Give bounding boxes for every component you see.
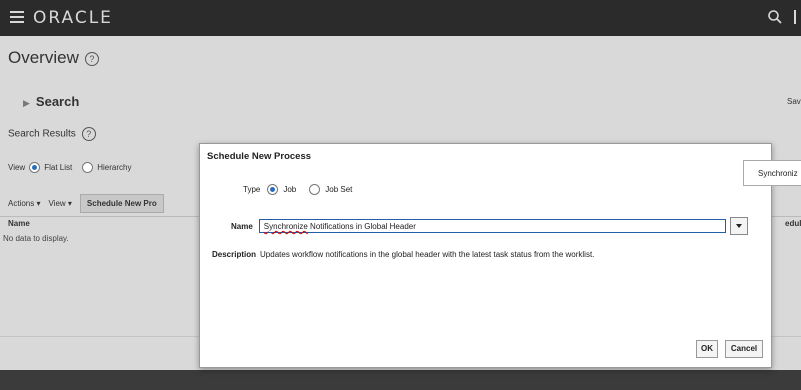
search-icon[interactable] <box>767 9 783 25</box>
type-radio-group: Type Job Job Set <box>243 184 352 195</box>
actions-menu[interactable]: Actions ▾ <box>8 199 40 208</box>
hierarchy-label: Hierarchy <box>97 163 132 172</box>
description-row: Description Updates workflow notificatio… <box>212 250 594 259</box>
help-icon[interactable]: ? <box>84 51 99 66</box>
name-column-header[interactable]: Name <box>8 219 30 228</box>
job-label: Job <box>283 185 297 194</box>
view-label: View <box>8 163 26 172</box>
expand-triangle-icon: ▶ <box>23 98 30 108</box>
search-label: Search <box>35 94 80 109</box>
empty-table-message: No data to display. <box>3 234 69 243</box>
description-label: Description <box>212 250 257 259</box>
search-results-title: Search Results? <box>8 127 96 141</box>
name-field-row: Name Synchronize Notifications in Global… <box>231 217 748 235</box>
menu-icon[interactable] <box>10 11 24 23</box>
hierarchy-radio[interactable] <box>82 162 94 173</box>
job-set-label: Job Set <box>325 185 353 194</box>
name-value-word: Synchronize <box>263 222 308 231</box>
schedule-new-process-dialog: Schedule New Process Type Job Job Set Na… <box>199 143 772 368</box>
flat-list-label: Flat List <box>44 163 73 172</box>
cancel-button[interactable]: Cancel <box>725 340 763 358</box>
footer-bar <box>0 370 801 390</box>
job-set-radio[interactable] <box>309 184 321 195</box>
page-title: Overview? <box>8 48 99 68</box>
type-label: Type <box>243 185 261 194</box>
name-label: Name <box>231 221 253 231</box>
name-tooltip: Synchroniz <box>743 160 801 186</box>
saved-search-label[interactable]: Sav <box>787 97 801 106</box>
scheduled-column-header[interactable]: eduled <box>785 219 801 228</box>
ok-button[interactable]: OK <box>696 340 718 358</box>
chevron-down-icon[interactable] <box>729 217 748 235</box>
process-name-input[interactable]: Synchronize Notifications in Global Head… <box>258 219 726 233</box>
description-value: Updates workflow notifications in the gl… <box>260 250 595 259</box>
view-menu[interactable]: View ▾ <box>48 199 71 208</box>
schedule-new-process-button[interactable]: Schedule New Pro <box>79 194 164 213</box>
user-menu-icon[interactable] <box>794 10 796 24</box>
search-section-toggle[interactable]: ▶ Search <box>23 94 79 109</box>
dialog-title: Schedule New Process <box>207 151 312 162</box>
view-mode-group: View Flat List Hierarchy <box>8 162 131 173</box>
results-toolbar: Actions ▾ View ▾ Schedule New Pro <box>8 194 164 213</box>
name-value-rest: Notifications in Global Header <box>307 222 416 231</box>
help-icon[interactable]: ? <box>81 127 96 141</box>
flat-list-radio[interactable] <box>29 162 41 173</box>
top-bar: ORACLE <box>0 0 801 36</box>
oracle-logo[interactable]: ORACLE <box>33 8 113 28</box>
job-radio[interactable] <box>267 184 279 195</box>
